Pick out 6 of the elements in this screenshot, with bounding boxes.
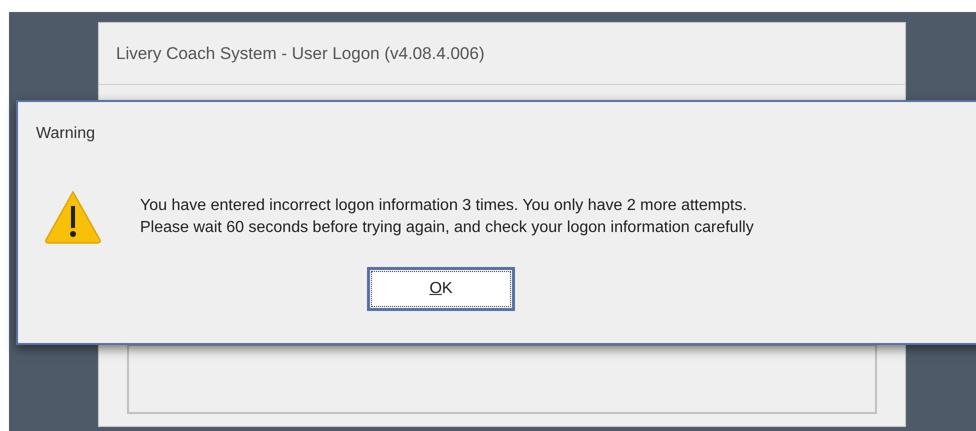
warning-icon bbox=[44, 190, 102, 244]
ok-button[interactable]: OK bbox=[367, 267, 515, 311]
window-title: Livery Coach System - User Logon (v4.08.4.006) bbox=[116, 42, 485, 65]
warning-message-line: You have entered incorrect logon information 3 times. You only have 2 more attempts. bbox=[140, 196, 748, 216]
warning-message-line: Please wait 60 seconds before trying again, and check your logon information carefully bbox=[140, 218, 754, 238]
dialog-title: Warning bbox=[36, 124, 95, 144]
